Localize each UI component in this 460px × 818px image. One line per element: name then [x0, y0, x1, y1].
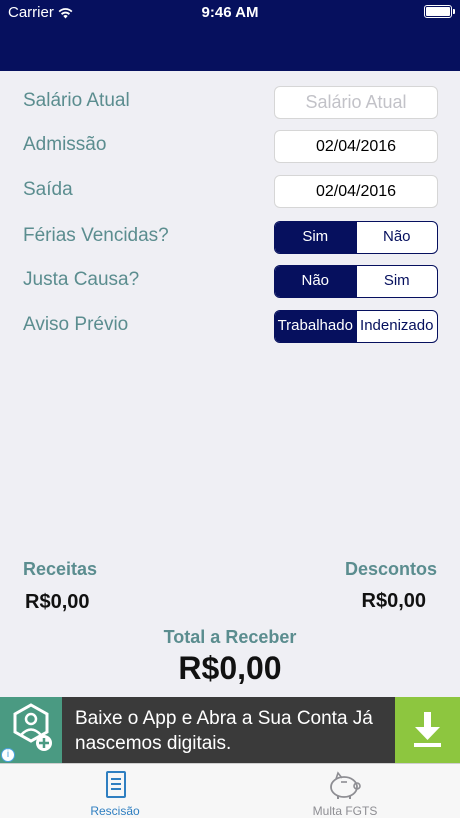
- justa-causa-option-sim[interactable]: Sim: [355, 266, 438, 297]
- justa-causa-label: Justa Causa?: [23, 269, 140, 290]
- receitas-value: R$0,00: [25, 591, 90, 613]
- row-saida: Saída 02/04/2016: [0, 175, 460, 209]
- row-salario: Salário Atual Salário Atual: [0, 86, 460, 120]
- navigation-bar: Carrier 9:46 AM: [0, 0, 460, 71]
- tab-rescisao[interactable]: Rescisão: [0, 764, 230, 818]
- piggy-bank-icon: [330, 771, 361, 799]
- ad-banner[interactable]: Baixe o App e Abra a Sua Conta Já nascem…: [0, 697, 460, 763]
- tab-multa-fgts[interactable]: Multa FGTS: [230, 764, 460, 818]
- tab-rescisao-label: Rescisão: [90, 804, 140, 818]
- ad-subline: nascemos digitais.: [75, 733, 232, 754]
- ad-info-icon[interactable]: i: [1, 748, 15, 762]
- salario-input[interactable]: Salário Atual: [274, 86, 438, 119]
- ad-text: Baixe o App e Abra a Sua Conta Já nascem…: [75, 706, 373, 756]
- row-ferias: Férias Vencidas? Sim Não: [0, 221, 460, 255]
- status-bar: Carrier 9:46 AM: [0, 0, 460, 24]
- total-label: Total a Receber: [163, 627, 297, 647]
- descontos-value: R$0,00: [361, 590, 427, 612]
- saida-date-field[interactable]: 02/04/2016: [274, 175, 438, 208]
- justa-causa-segmented-control: Não Sim: [274, 265, 438, 298]
- row-justa-causa: Justa Causa? Não Sim: [0, 265, 460, 299]
- admissao-date-field[interactable]: 02/04/2016: [274, 130, 438, 163]
- document-icon: [106, 771, 126, 798]
- aviso-option-indenizado[interactable]: Indenizado: [355, 311, 438, 342]
- admissao-label: Admissão: [23, 134, 107, 155]
- battery-icon: [424, 5, 455, 18]
- row-aviso-previo: Aviso Prévio Trabalhado Indenizado: [0, 310, 460, 344]
- total-value: R$0,00: [178, 650, 282, 686]
- tab-bar: Rescisão Multa FGTS: [0, 763, 460, 818]
- ferias-option-nao[interactable]: Não: [355, 222, 438, 253]
- ferias-segmented-control: Sim Não: [274, 221, 438, 254]
- salario-label: Salário Atual: [23, 90, 130, 111]
- aviso-previo-segmented-control: Trabalhado Indenizado: [274, 310, 438, 343]
- descontos-label: Descontos: [344, 559, 437, 579]
- aviso-option-trabalhado[interactable]: Trabalhado: [275, 311, 356, 342]
- ferias-option-sim[interactable]: Sim: [275, 222, 356, 253]
- justa-causa-option-nao[interactable]: Não: [275, 266, 356, 297]
- saida-label: Saída: [23, 179, 73, 200]
- row-admissao: Admissão 02/04/2016: [0, 130, 460, 164]
- clock: 9:46 AM: [201, 4, 259, 21]
- receitas-label: Receitas: [23, 559, 98, 579]
- ad-headline: Baixe o App e Abra a Sua Conta Já: [75, 708, 373, 729]
- tab-multa-fgts-label: Multa FGTS: [312, 804, 378, 818]
- ferias-label: Férias Vencidas?: [23, 225, 169, 246]
- aviso-previo-label: Aviso Prévio: [23, 314, 129, 335]
- download-icon[interactable]: [395, 697, 460, 763]
